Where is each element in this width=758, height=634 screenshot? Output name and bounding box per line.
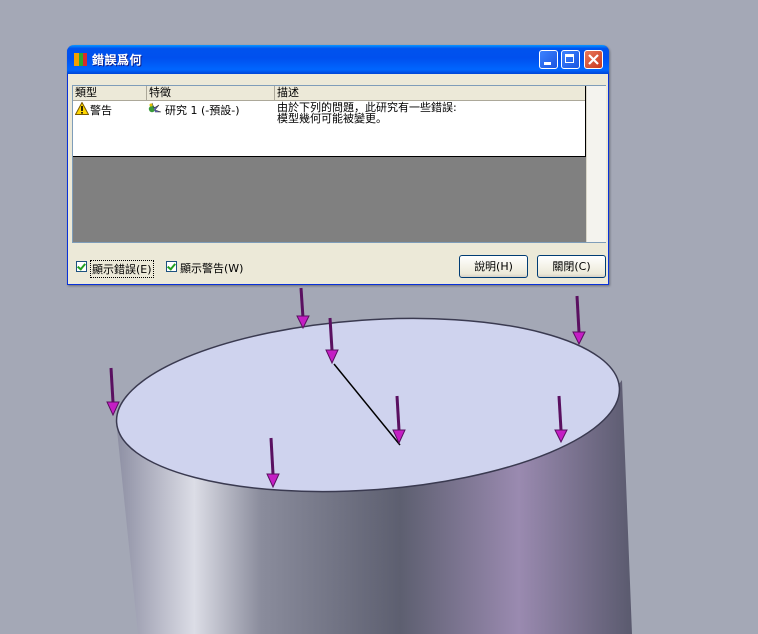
load-arrow <box>296 287 310 330</box>
load-arrow <box>572 295 586 346</box>
show-errors-label[interactable]: 顯示錯誤(E) <box>90 260 154 278</box>
error-dialog: 錯誤爲何 類型 特徵 描述 警告 研究 1 (-預設-) 由於下列的問題，此研究… <box>67 45 609 285</box>
colorful-book-icon <box>74 53 87 66</box>
show-warnings-label[interactable]: 顯示警告(W) <box>180 260 243 276</box>
error-list[interactable]: 類型 特徵 描述 警告 研究 1 (-預設-) 由於下列的問題，此研究有一些錯誤… <box>72 85 606 243</box>
show-warnings-checkbox[interactable] <box>166 261 177 272</box>
maximize-button[interactable] <box>561 50 580 69</box>
row-description-line-2: 模型幾何可能被變更。 <box>277 112 387 125</box>
close-window-button[interactable] <box>584 50 603 69</box>
table-header: 類型 特徵 描述 <box>73 86 585 101</box>
error-table: 類型 特徵 描述 警告 研究 1 (-預設-) 由於下列的問題，此研究有一些錯誤… <box>73 86 586 157</box>
column-header-description[interactable]: 描述 <box>275 86 585 100</box>
minimize-button[interactable] <box>539 50 558 69</box>
warning-icon <box>75 102 89 115</box>
study-icon <box>148 102 162 113</box>
load-arrow <box>106 367 120 417</box>
column-header-type[interactable]: 類型 <box>73 86 147 100</box>
help-button[interactable]: 說明(H) <box>459 255 528 278</box>
dialog-titlebar[interactable]: 錯誤爲何 <box>67 45 609 74</box>
show-errors-checkbox[interactable] <box>76 261 87 272</box>
vertical-scrollbar[interactable] <box>586 86 606 242</box>
row-type: 警告 <box>90 104 112 117</box>
close-icon <box>588 54 599 65</box>
column-header-feature[interactable]: 特徵 <box>147 86 275 100</box>
row-feature: 研究 1 (-預設-) <box>165 104 240 117</box>
close-button[interactable]: 關閉(C) <box>537 255 606 278</box>
dialog-title: 錯誤爲何 <box>92 53 143 67</box>
